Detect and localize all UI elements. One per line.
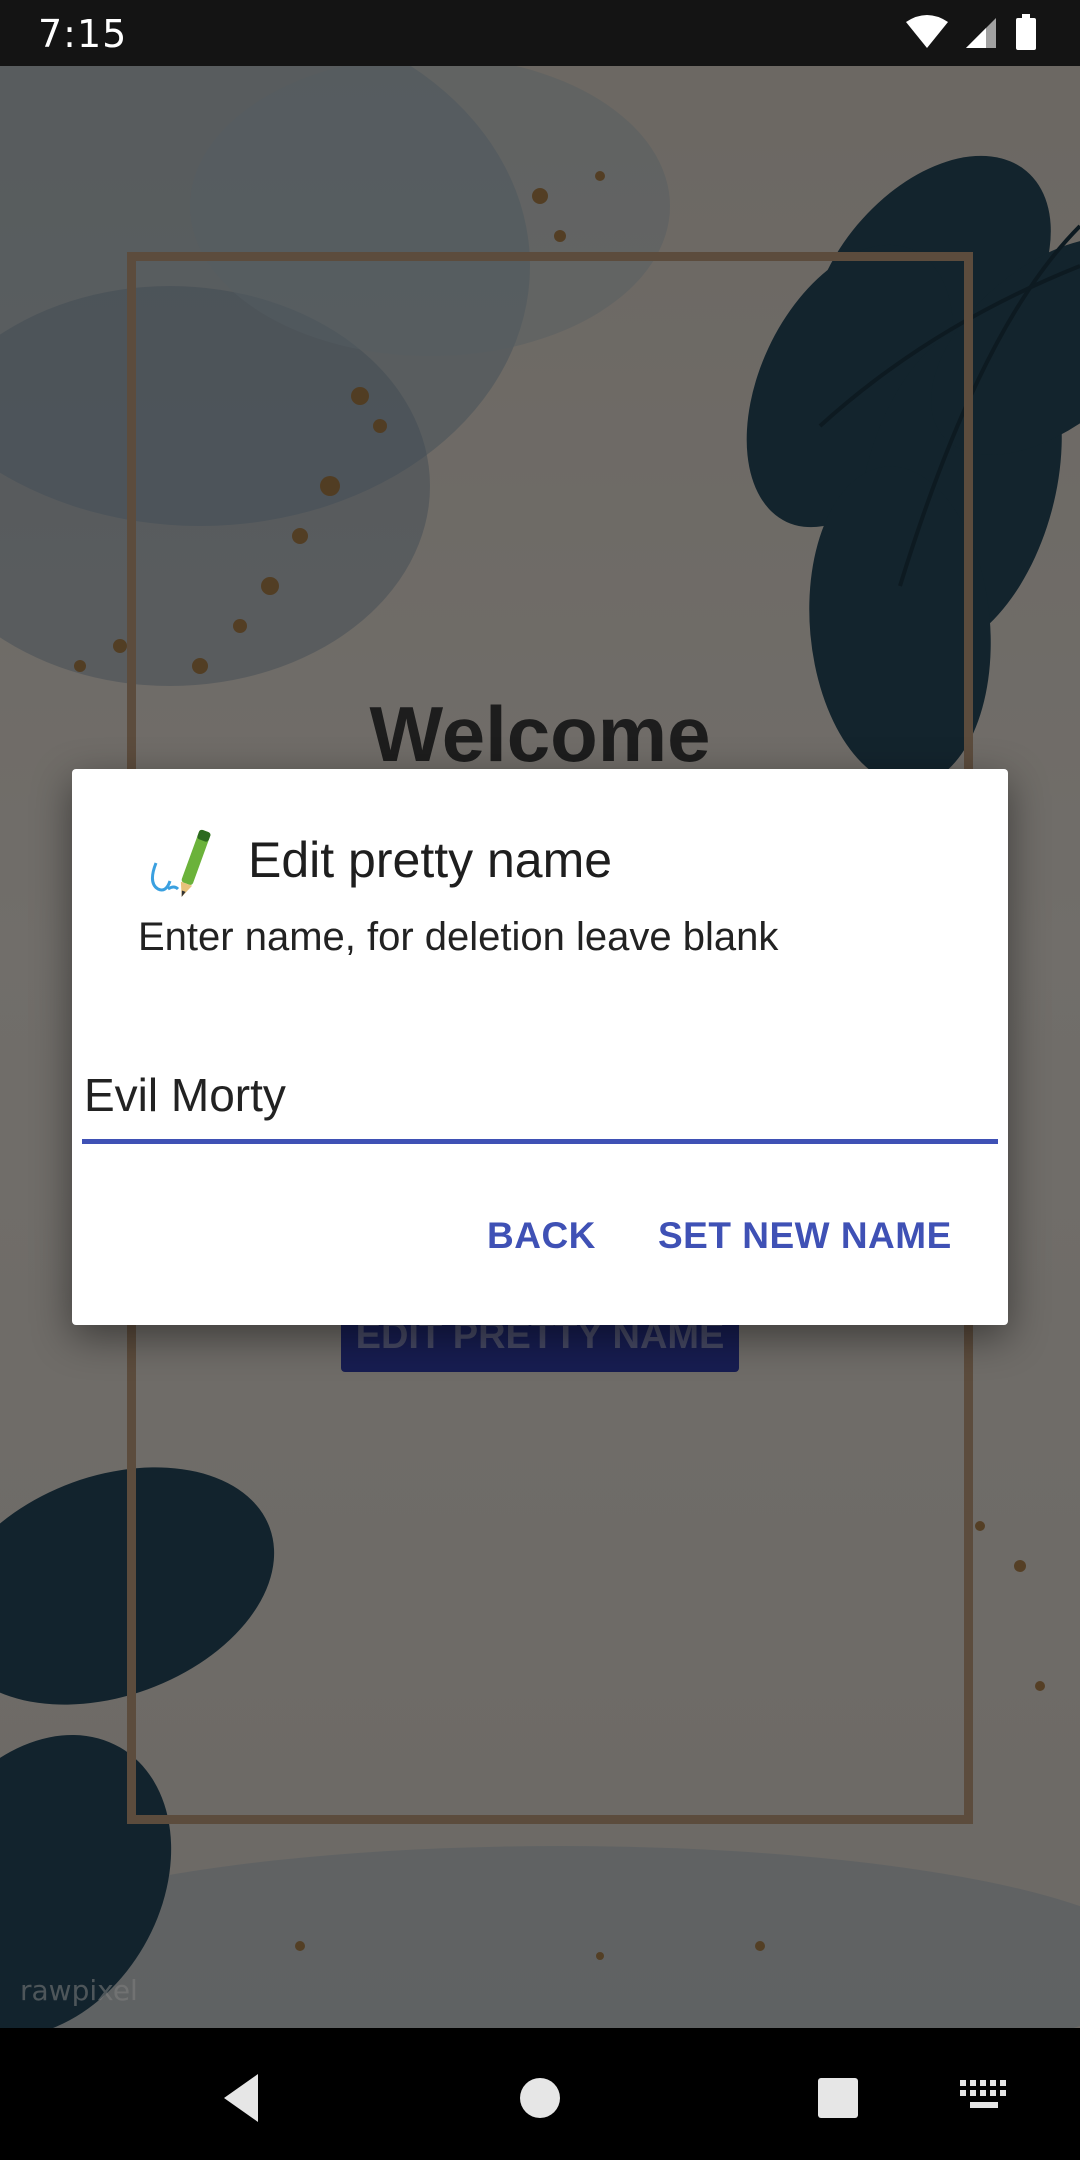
status-icons	[904, 14, 1044, 54]
keyboard-icon[interactable]	[958, 2076, 1010, 2116]
pretty-name-input[interactable]	[82, 1059, 998, 1144]
wifi-icon	[906, 15, 948, 48]
set-new-name-button[interactable]: SET NEW NAME	[658, 1215, 952, 1257]
status-bar: 7:15	[0, 0, 1080, 66]
pen-signature-icon	[151, 829, 211, 897]
status-time: 7:15	[38, 12, 128, 56]
back-button[interactable]: BACK	[487, 1215, 596, 1257]
dialog-title: Edit pretty name	[248, 832, 613, 888]
battery-icon	[1016, 14, 1036, 50]
dialog-message: Enter name, for deletion leave blank	[138, 915, 779, 959]
recents-icon[interactable]	[808, 2068, 868, 2128]
cell-signal-icon	[966, 18, 996, 48]
home-icon[interactable]	[510, 2068, 570, 2128]
back-icon[interactable]	[214, 2068, 274, 2128]
navigation-bar	[0, 2028, 1080, 2160]
edit-name-dialog: Edit pretty name Enter name, for deletio…	[72, 769, 1008, 1325]
